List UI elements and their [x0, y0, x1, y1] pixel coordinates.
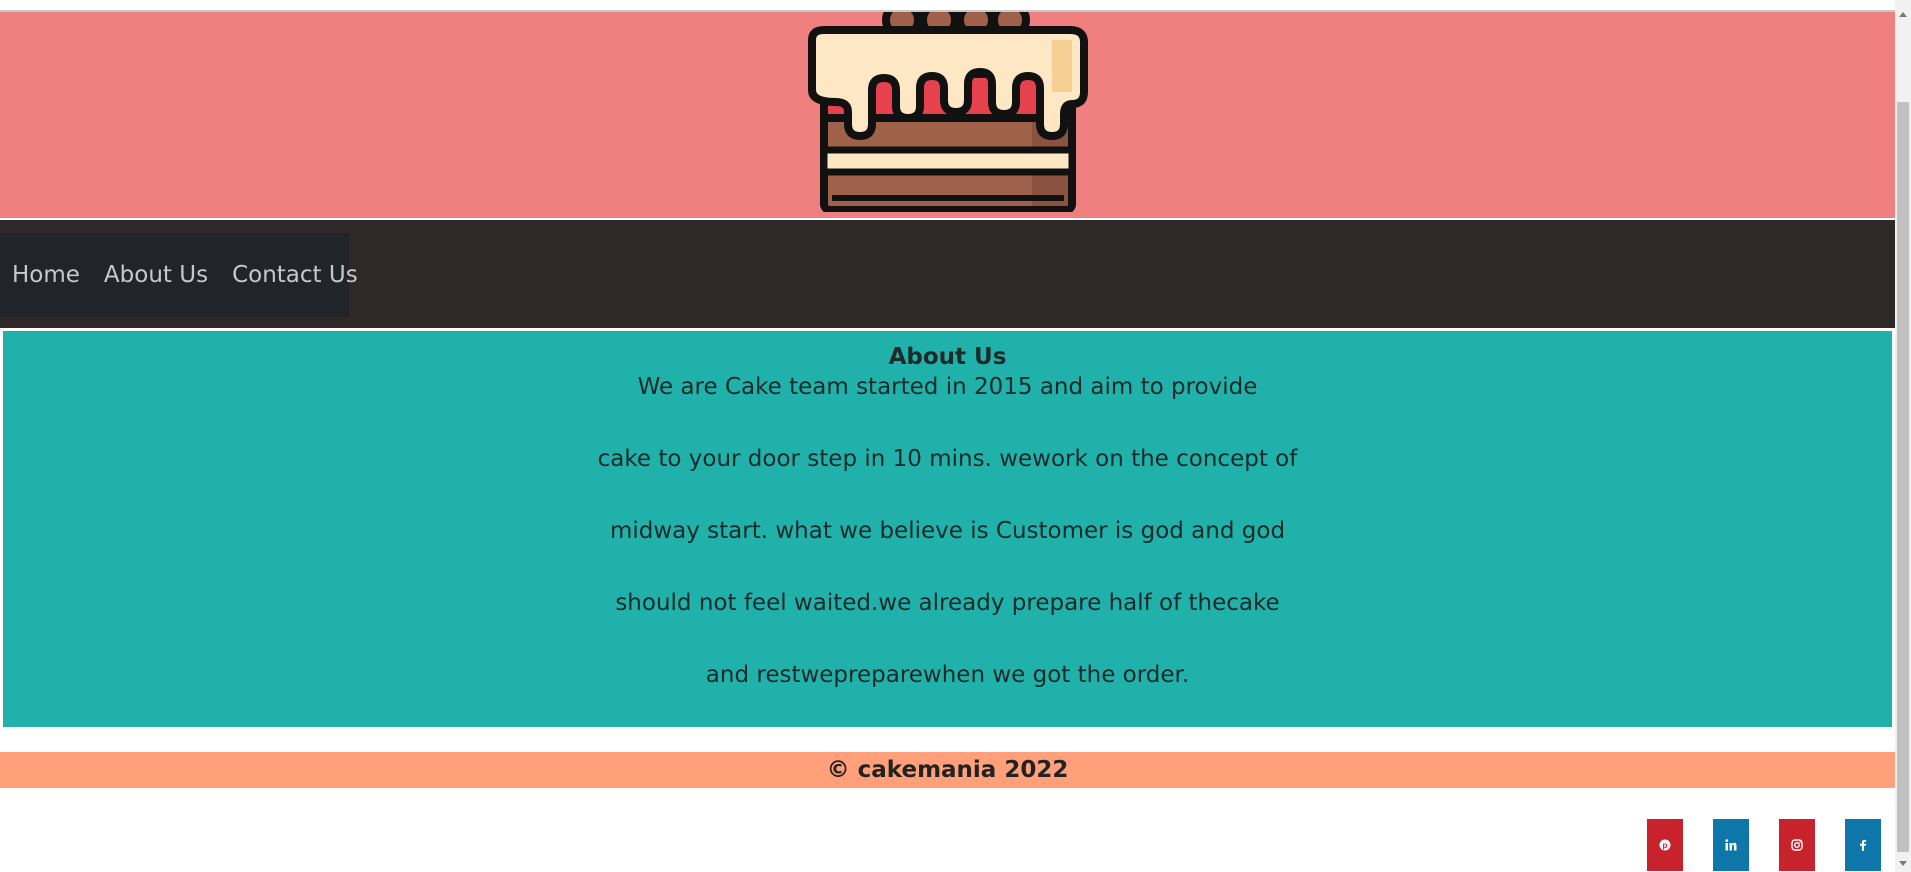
svg-text:p: p — [1663, 841, 1668, 850]
facebook-icon — [1860, 839, 1867, 851]
page: Home About Us Contact Us About Us We are… — [0, 0, 1895, 872]
about-section: About Us We are Cake team started in 201… — [3, 331, 1892, 727]
footer: © cakemania 2022 — [0, 752, 1895, 788]
pinterest-button[interactable]: p — [1647, 819, 1683, 871]
instagram-icon — [1791, 839, 1803, 851]
about-text-line: We are Cake team started in 2015 and aim… — [637, 374, 1258, 400]
cake-logo-icon — [808, 12, 1088, 212]
nav-home-link[interactable]: Home — [0, 262, 92, 288]
about-text-line: midway start. what we believe is Custome… — [609, 518, 1286, 544]
nav-contact-link[interactable]: Contact Us — [220, 262, 370, 288]
facebook-button[interactable] — [1845, 819, 1881, 871]
navbar: Home About Us Contact Us — [0, 220, 1895, 328]
linkedin-icon — [1725, 839, 1737, 851]
scroll-down-arrow-icon[interactable] — [1899, 861, 1907, 866]
scroll-up-arrow-icon[interactable] — [1899, 12, 1907, 17]
nav-about-link[interactable]: About Us — [92, 262, 220, 288]
about-text-line: and restweprepar​ewhen we got the order. — [705, 662, 1190, 688]
pinterest-icon: p — [1659, 839, 1671, 851]
scrollbar-thumb[interactable] — [1897, 102, 1909, 852]
linkedin-button[interactable] — [1713, 819, 1749, 871]
nav-links: Home About Us Contact Us — [0, 233, 358, 317]
about-title: About Us — [888, 344, 1007, 370]
instagram-button[interactable] — [1779, 819, 1815, 871]
header-banner — [0, 12, 1895, 218]
about-text-line: should not feel waited.we already prepar… — [615, 590, 1280, 616]
about-text-line: cake to your door step in 10 mins. wewor… — [597, 446, 1298, 472]
